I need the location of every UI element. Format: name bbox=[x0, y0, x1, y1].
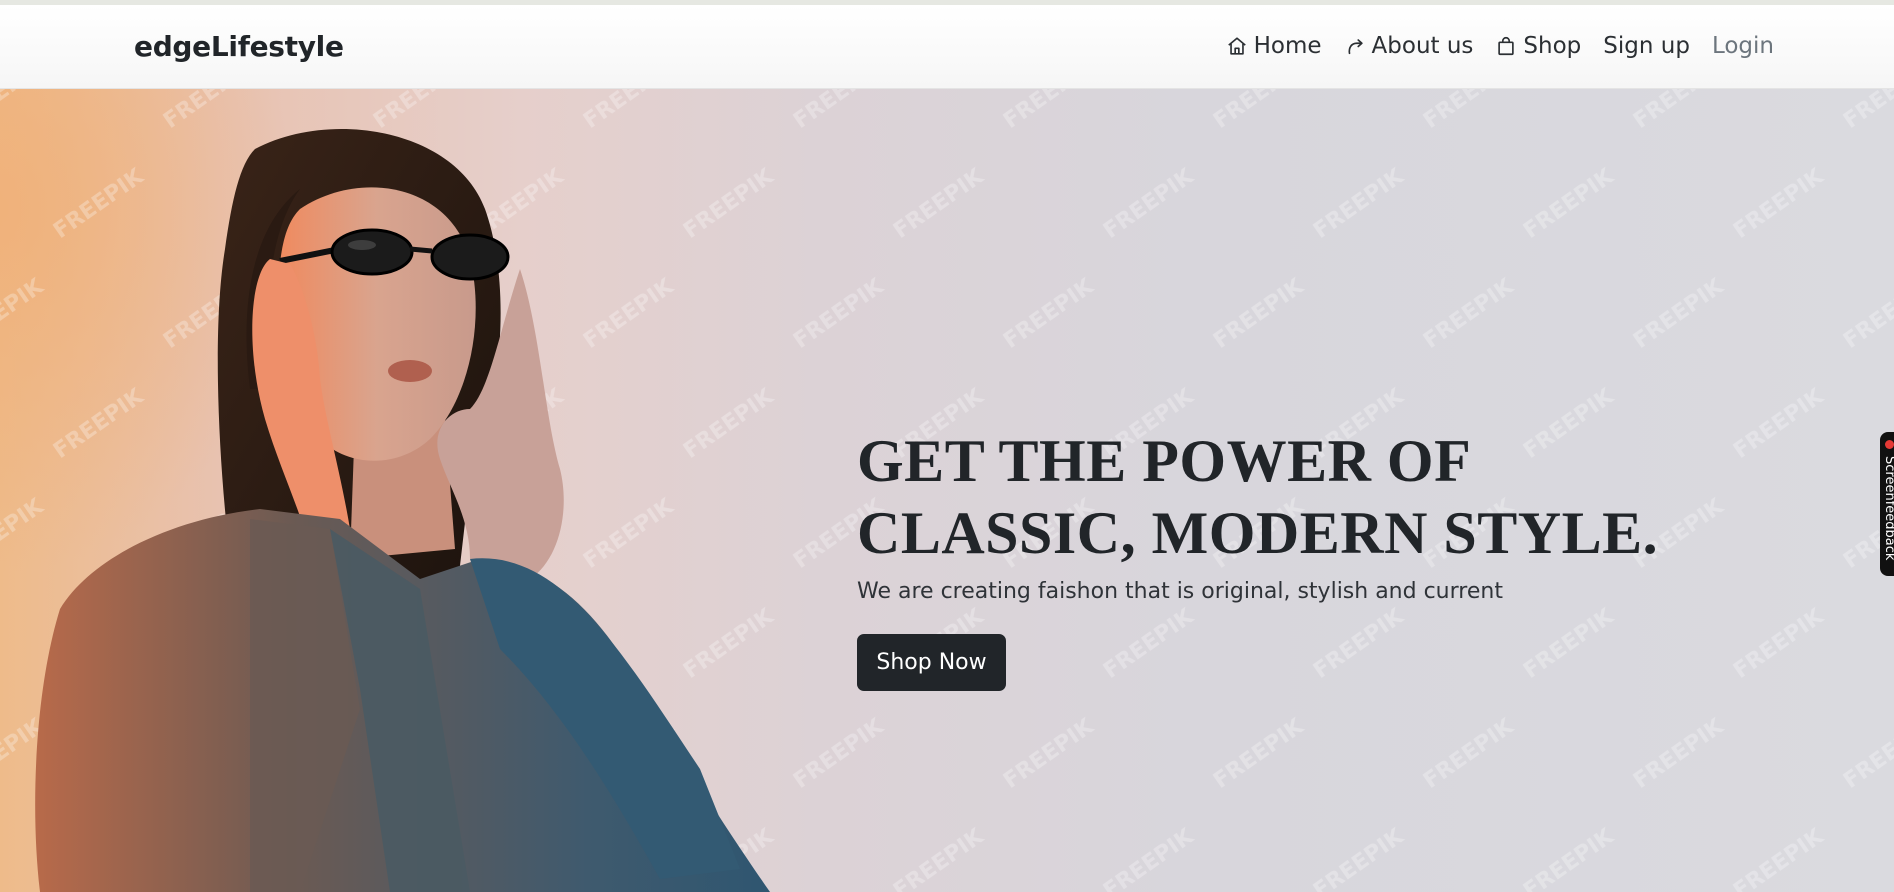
watermark-text: FREEPIK bbox=[1419, 89, 1519, 134]
shop-now-button[interactable]: Shop Now bbox=[857, 634, 1006, 691]
main-nav: Home About us Shop Sign up Login bbox=[1226, 33, 1774, 59]
screenfeedback-tab[interactable]: Screenfeedback bbox=[1880, 432, 1894, 576]
watermark-text: FREEPIK bbox=[1099, 604, 1199, 684]
watermark-text: FREEPIK bbox=[1099, 824, 1199, 892]
watermark-text: FREEPIK bbox=[1209, 274, 1309, 354]
nav-signup-label: Sign up bbox=[1603, 33, 1690, 59]
nav-about-label: About us bbox=[1371, 33, 1474, 59]
watermark-text: FREEPIK bbox=[1419, 714, 1519, 794]
watermark-text: FREEPIK bbox=[1629, 274, 1729, 354]
hero-subtext: We are creating faishon that is original… bbox=[857, 579, 1503, 604]
watermark-text: FREEPIK bbox=[999, 89, 1099, 134]
watermark-text: FREEPIK bbox=[1729, 824, 1829, 892]
record-dot-icon bbox=[1885, 440, 1894, 449]
screenfeedback-label: Screenfeedback bbox=[1882, 456, 1894, 561]
watermark-text: FREEPIK bbox=[789, 89, 889, 134]
nav-home-label: Home bbox=[1253, 33, 1322, 59]
hero-headline-line1: GET THE POWER OF bbox=[857, 428, 1472, 494]
watermark-text: FREEPIK bbox=[1519, 164, 1619, 244]
brand-logo[interactable]: edgeLifestyle bbox=[134, 30, 344, 63]
watermark-text: FREEPIK bbox=[1309, 824, 1409, 892]
nav-login[interactable]: Login bbox=[1712, 33, 1774, 59]
nav-home[interactable]: Home bbox=[1226, 33, 1322, 59]
watermark-text: FREEPIK bbox=[1209, 714, 1309, 794]
nav-signup[interactable]: Sign up bbox=[1603, 33, 1690, 59]
house-icon bbox=[1227, 37, 1246, 55]
watermark-text: FREEPIK bbox=[999, 274, 1099, 354]
watermark-text: FREEPIK bbox=[1519, 824, 1619, 892]
nav-about[interactable]: About us bbox=[1344, 33, 1474, 59]
watermark-text: FREEPIK bbox=[1309, 164, 1409, 244]
watermark-text: FREEPIK bbox=[1729, 164, 1829, 244]
watermark-text: FREEPIK bbox=[1839, 89, 1894, 134]
watermark-text: FREEPIK bbox=[889, 824, 989, 892]
watermark-text: FREEPIK bbox=[1839, 274, 1894, 354]
hero-model-image bbox=[35, 129, 771, 892]
watermark-text: FREEPIK bbox=[1419, 274, 1519, 354]
watermark-text: FREEPIK bbox=[999, 714, 1099, 794]
hero-headline-line2: CLASSIC, MODERN STYLE. bbox=[857, 500, 1659, 566]
nav-shop[interactable]: Shop bbox=[1495, 33, 1581, 59]
nav-login-label: Login bbox=[1711, 33, 1774, 59]
hero-section: FREEPIK FREEPIK FREEPIK FREEPIK FREEPIK FREEP… bbox=[0, 89, 1894, 892]
watermark-text: FREEPIK bbox=[1629, 714, 1729, 794]
watermark-text: FREEPIK bbox=[1209, 89, 1309, 134]
watermark-text: FREEPIK bbox=[789, 714, 889, 794]
shopping-bag-icon bbox=[1498, 37, 1515, 56]
watermark-text: FREEPIK bbox=[1099, 164, 1199, 244]
watermark-text: FREEPIK bbox=[1839, 714, 1894, 794]
watermark-text: FREEPIK bbox=[789, 274, 889, 354]
watermark-text: FREEPIK bbox=[1629, 89, 1729, 134]
share-arrow-icon bbox=[1348, 39, 1363, 55]
watermark-text: FREEPIK bbox=[1519, 604, 1619, 684]
watermark-text: FREEPIK bbox=[1729, 604, 1829, 684]
navbar: edgeLifestyle Home About us Shop Sign up… bbox=[0, 5, 1894, 89]
watermark-text: FREEPIK bbox=[1309, 604, 1409, 684]
hero-headline: GET THE POWER OF CLASSIC, MODERN STYLE. bbox=[857, 425, 1757, 569]
watermark-text: FREEPIK bbox=[889, 164, 989, 244]
nav-shop-label: Shop bbox=[1523, 33, 1582, 59]
